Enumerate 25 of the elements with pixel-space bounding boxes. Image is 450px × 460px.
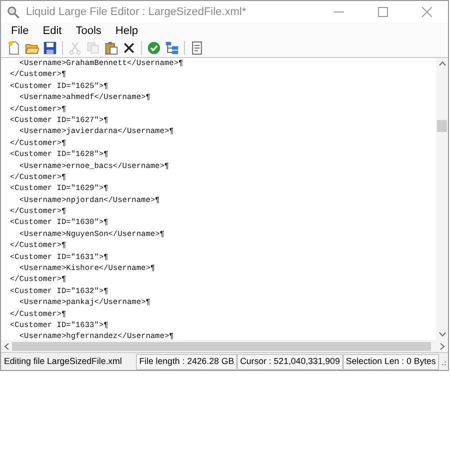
toolbar-button[interactable]: [165, 41, 179, 55]
menu-item[interactable]: Edit: [36, 22, 68, 40]
horizontal-scrollbar[interactable]: [1, 340, 448, 352]
copy-icon: [86, 41, 100, 55]
scroll-thumb[interactable]: [12, 342, 431, 350]
status-text: Editing file LargeSizedFile.xml: [3, 354, 123, 368]
menu-item[interactable]: Help: [109, 22, 144, 40]
scroll-thumb[interactable]: [437, 120, 447, 132]
magnifier-icon: [7, 6, 20, 18]
toolbar-button[interactable]: [122, 41, 136, 55]
scissors-icon: [68, 41, 82, 55]
folder-icon: [25, 41, 39, 55]
status-pane: File length : 2426.28 GB: [136, 354, 238, 370]
vertical-scrollbar[interactable]: [436, 58, 448, 340]
window-title: Liquid Large File Editor : LargeSizedFile.xml*: [26, 4, 248, 20]
menu-item[interactable]: File: [5, 22, 35, 40]
close-icon[interactable]: [422, 7, 432, 17]
status-pane: Selection Len : 0 Bytes: [342, 354, 439, 370]
maximize-icon[interactable]: [378, 7, 388, 17]
status-pane: Cursor : 521,040,331,909: [237, 354, 343, 370]
toolbar-button[interactable]: [190, 41, 204, 55]
toolbar-button[interactable]: [43, 41, 57, 55]
tree-icon: [165, 41, 179, 55]
menu-item[interactable]: Tools: [70, 22, 108, 40]
x-icon: [122, 41, 136, 55]
